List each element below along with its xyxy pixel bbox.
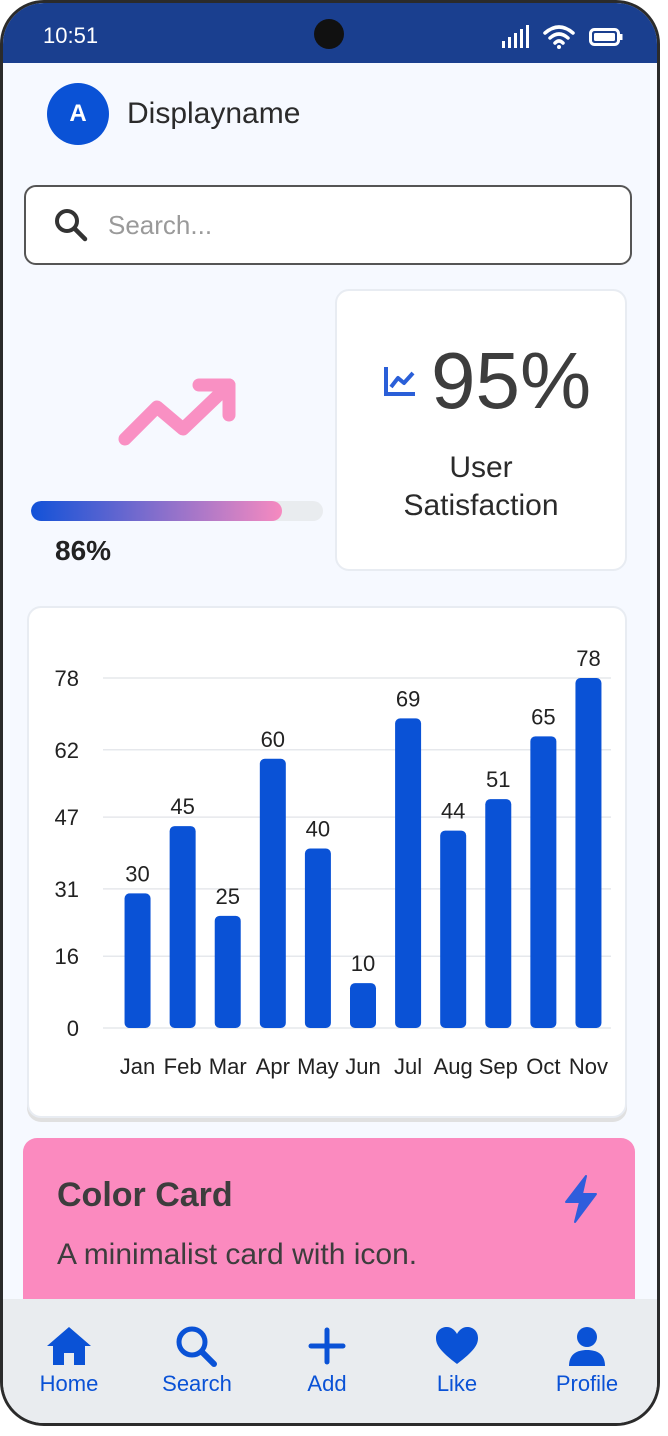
x-tick-label: May (297, 1054, 339, 1079)
status-time: 10:51 (43, 23, 99, 48)
progress-bar (31, 501, 323, 521)
phone-frame: 10:51 A Displayname Search... 86% 95% Us… (0, 0, 660, 1426)
display-name: Displayname (127, 97, 301, 130)
nav-profile[interactable]: Profile (527, 1325, 647, 1397)
bar (440, 830, 467, 1028)
satisfaction-card: 95% User Satisfaction (335, 289, 627, 571)
stat-value: 95% (431, 336, 592, 425)
x-tick-label: Jul (394, 1054, 422, 1079)
data-label: 30 (125, 861, 149, 886)
data-label: 40 (306, 817, 330, 842)
color-card-description: A minimalist card with icon. (57, 1238, 418, 1271)
heart-icon (436, 1327, 478, 1364)
stat-label-text: User Satisfaction (403, 451, 559, 522)
nav-label: Search (162, 1371, 232, 1396)
data-label: 65 (531, 704, 555, 729)
y-tick-label: 62 (55, 738, 79, 763)
data-label: 78 (576, 646, 600, 671)
x-tick-label: Aug (434, 1054, 473, 1079)
data-label: 51 (486, 767, 510, 792)
y-tick-label: 0 (67, 1016, 79, 1041)
bar (395, 718, 422, 1028)
search-input[interactable] (106, 208, 590, 242)
person-icon (569, 1327, 605, 1366)
data-label: 25 (215, 884, 239, 909)
y-tick-label: 16 (55, 944, 79, 969)
avatar[interactable]: A (47, 83, 109, 145)
plus-icon (308, 1327, 346, 1365)
user-profile[interactable]: A Displayname (47, 83, 300, 145)
trending-up-icon (118, 378, 236, 446)
data-label: 69 (396, 686, 420, 711)
nav-label: Add (307, 1371, 347, 1396)
x-tick-label: Mar (209, 1054, 247, 1079)
nav-label: Home (39, 1371, 99, 1396)
signal-icon (502, 25, 529, 48)
stat-row: 95% (383, 335, 591, 427)
search-icon (55, 209, 88, 242)
x-tick-label: Sep (479, 1054, 518, 1079)
x-tick-label: Oct (526, 1054, 560, 1079)
search-bar[interactable] (24, 185, 632, 265)
wifi-icon (543, 25, 575, 49)
data-label: 44 (441, 799, 465, 824)
bar (575, 678, 602, 1028)
nav-like[interactable]: Like (397, 1325, 517, 1397)
y-tick-label: 78 (55, 666, 79, 691)
bar (350, 983, 376, 1028)
chart-line-icon (384, 367, 415, 396)
x-tick-label: Jan (120, 1054, 155, 1079)
x-tick-label: Nov (569, 1054, 608, 1079)
bar-chart: 0 16 31 47 62 78 30 Jan 45 Feb 25 Mar 60 Apr 40 May 10 Ju… (55, 646, 611, 1079)
camera-cutout (314, 19, 344, 49)
stat-label: User Satisfaction (337, 449, 625, 525)
bar (485, 799, 512, 1028)
nav-add[interactable]: Add (267, 1325, 387, 1397)
nav-search[interactable]: Search (137, 1325, 257, 1397)
x-tick-label: Feb (164, 1054, 202, 1079)
status-bar: 10:51 (3, 3, 657, 63)
bar (124, 893, 151, 1028)
y-tick-label: 47 (55, 805, 79, 830)
avatar-letter: A (69, 100, 87, 127)
nav-home[interactable]: Home (9, 1325, 129, 1397)
bar (169, 826, 196, 1028)
bar (214, 915, 241, 1028)
bar (530, 736, 557, 1028)
data-label: 10 (351, 951, 375, 976)
progress-fill (31, 501, 283, 521)
bottom-navigation: Home Search Add Like Profile (3, 1299, 657, 1423)
search-icon (176, 1326, 217, 1367)
data-label: 60 (261, 727, 285, 752)
nav-label: Profile (555, 1371, 619, 1396)
data-label: 45 (170, 794, 194, 819)
battery-icon (589, 28, 623, 46)
home-icon (47, 1327, 91, 1365)
progress-label: 86% (55, 535, 112, 566)
x-tick-label: Jun (345, 1054, 380, 1079)
bar-chart-card: 0 16 31 47 62 78 30 Jan 45 Feb 25 Mar 60 Apr 40 May 10 Ju… (27, 606, 627, 1118)
y-tick-label: 31 (55, 877, 79, 902)
lightning-icon (565, 1175, 597, 1223)
color-card-title: Color Card (57, 1176, 233, 1214)
status-icons (501, 23, 623, 51)
x-tick-label: Apr (256, 1054, 290, 1079)
nav-label: Like (436, 1371, 478, 1396)
bar (259, 758, 286, 1028)
bar (304, 848, 331, 1028)
